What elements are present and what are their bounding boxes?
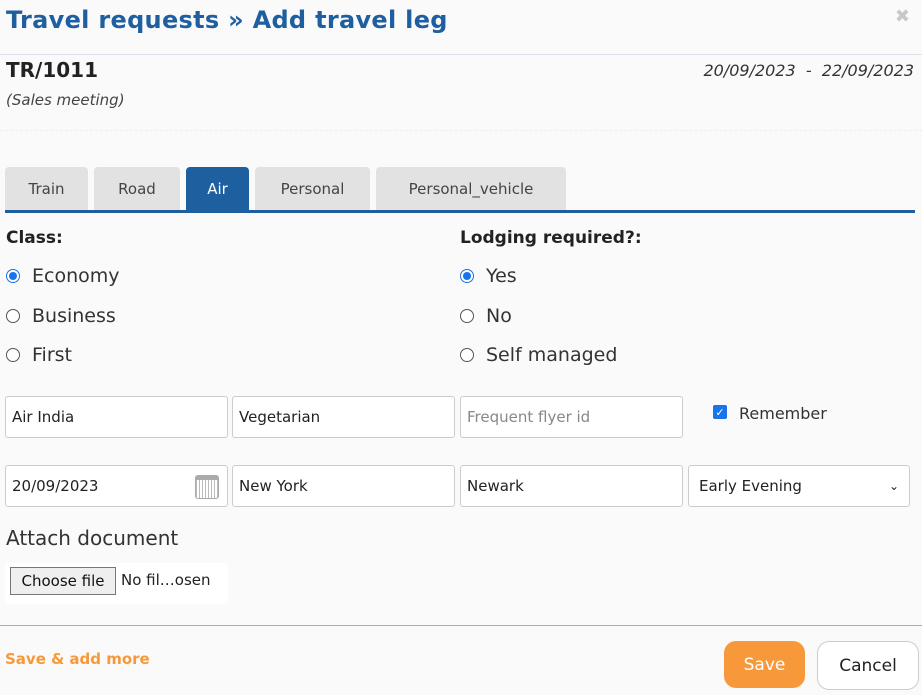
lodging-label: Lodging required?: xyxy=(460,228,642,248)
class-economy-radio[interactable]: Economy xyxy=(6,265,120,287)
remember-checkbox[interactable]: ✓ xyxy=(713,405,727,419)
remember-label: Remember xyxy=(739,404,827,423)
choose-file-button[interactable]: Choose file xyxy=(10,567,116,595)
radio-label: Economy xyxy=(32,265,120,287)
class-first-radio[interactable]: First xyxy=(6,344,72,366)
close-icon[interactable]: ✖ xyxy=(895,6,910,27)
tab-train[interactable]: Train xyxy=(5,167,88,211)
page-title: Travel requests » Add travel leg xyxy=(6,6,448,34)
radio-selected-icon[interactable] xyxy=(460,269,474,283)
radio-label: Business xyxy=(32,305,116,327)
tab-air[interactable]: Air xyxy=(186,167,249,211)
lodging-no-radio[interactable]: No xyxy=(460,305,512,327)
time-value: Early Evening xyxy=(699,477,802,495)
file-status: No fil…osen xyxy=(121,571,211,589)
class-label: Class: xyxy=(6,228,63,248)
tab-personal-vehicle[interactable]: Personal_vehicle xyxy=(376,167,566,211)
lodging-yes-radio[interactable]: Yes xyxy=(460,265,517,287)
radio-label: Self managed xyxy=(486,344,618,366)
save-add-more-link[interactable]: Save & add more xyxy=(5,650,150,668)
date-value: 20/09/2023 xyxy=(12,477,99,495)
radio-label: Yes xyxy=(486,265,517,287)
meal-input[interactable]: Vegetarian xyxy=(232,396,455,438)
divider xyxy=(0,54,922,55)
divider xyxy=(0,625,922,626)
radio-label: No xyxy=(486,305,512,327)
save-button[interactable]: Save xyxy=(724,641,805,688)
date-input[interactable]: 20/09/2023 xyxy=(5,465,228,507)
attach-label: Attach document xyxy=(6,526,179,550)
frequent-flyer-input[interactable]: Frequent flyer id xyxy=(460,396,683,438)
radio-selected-icon[interactable] xyxy=(6,269,20,283)
radio-icon[interactable] xyxy=(6,348,20,362)
to-input[interactable]: Newark xyxy=(460,465,683,507)
radio-label: First xyxy=(32,344,72,366)
radio-icon[interactable] xyxy=(6,309,20,323)
time-select[interactable]: Early Evening ⌄ xyxy=(688,465,910,507)
radio-icon[interactable] xyxy=(460,309,474,323)
class-business-radio[interactable]: Business xyxy=(6,305,116,327)
lodging-self-radio[interactable]: Self managed xyxy=(460,344,617,366)
airline-input[interactable]: Air India xyxy=(5,396,228,438)
request-ref: TR/1011 xyxy=(6,58,99,82)
tab-underline xyxy=(5,210,915,213)
tab-personal[interactable]: Personal xyxy=(255,167,370,211)
calendar-icon[interactable] xyxy=(195,475,219,499)
from-input[interactable]: New York xyxy=(232,465,455,507)
tab-road[interactable]: Road xyxy=(94,167,180,211)
request-purpose: (Sales meeting) xyxy=(6,91,125,109)
radio-icon[interactable] xyxy=(460,348,474,362)
request-dates: 20/09/2023 - 22/09/2023 xyxy=(703,61,914,80)
chevron-down-icon: ⌄ xyxy=(888,479,899,493)
cancel-button[interactable]: Cancel xyxy=(817,641,919,690)
divider xyxy=(0,130,922,131)
